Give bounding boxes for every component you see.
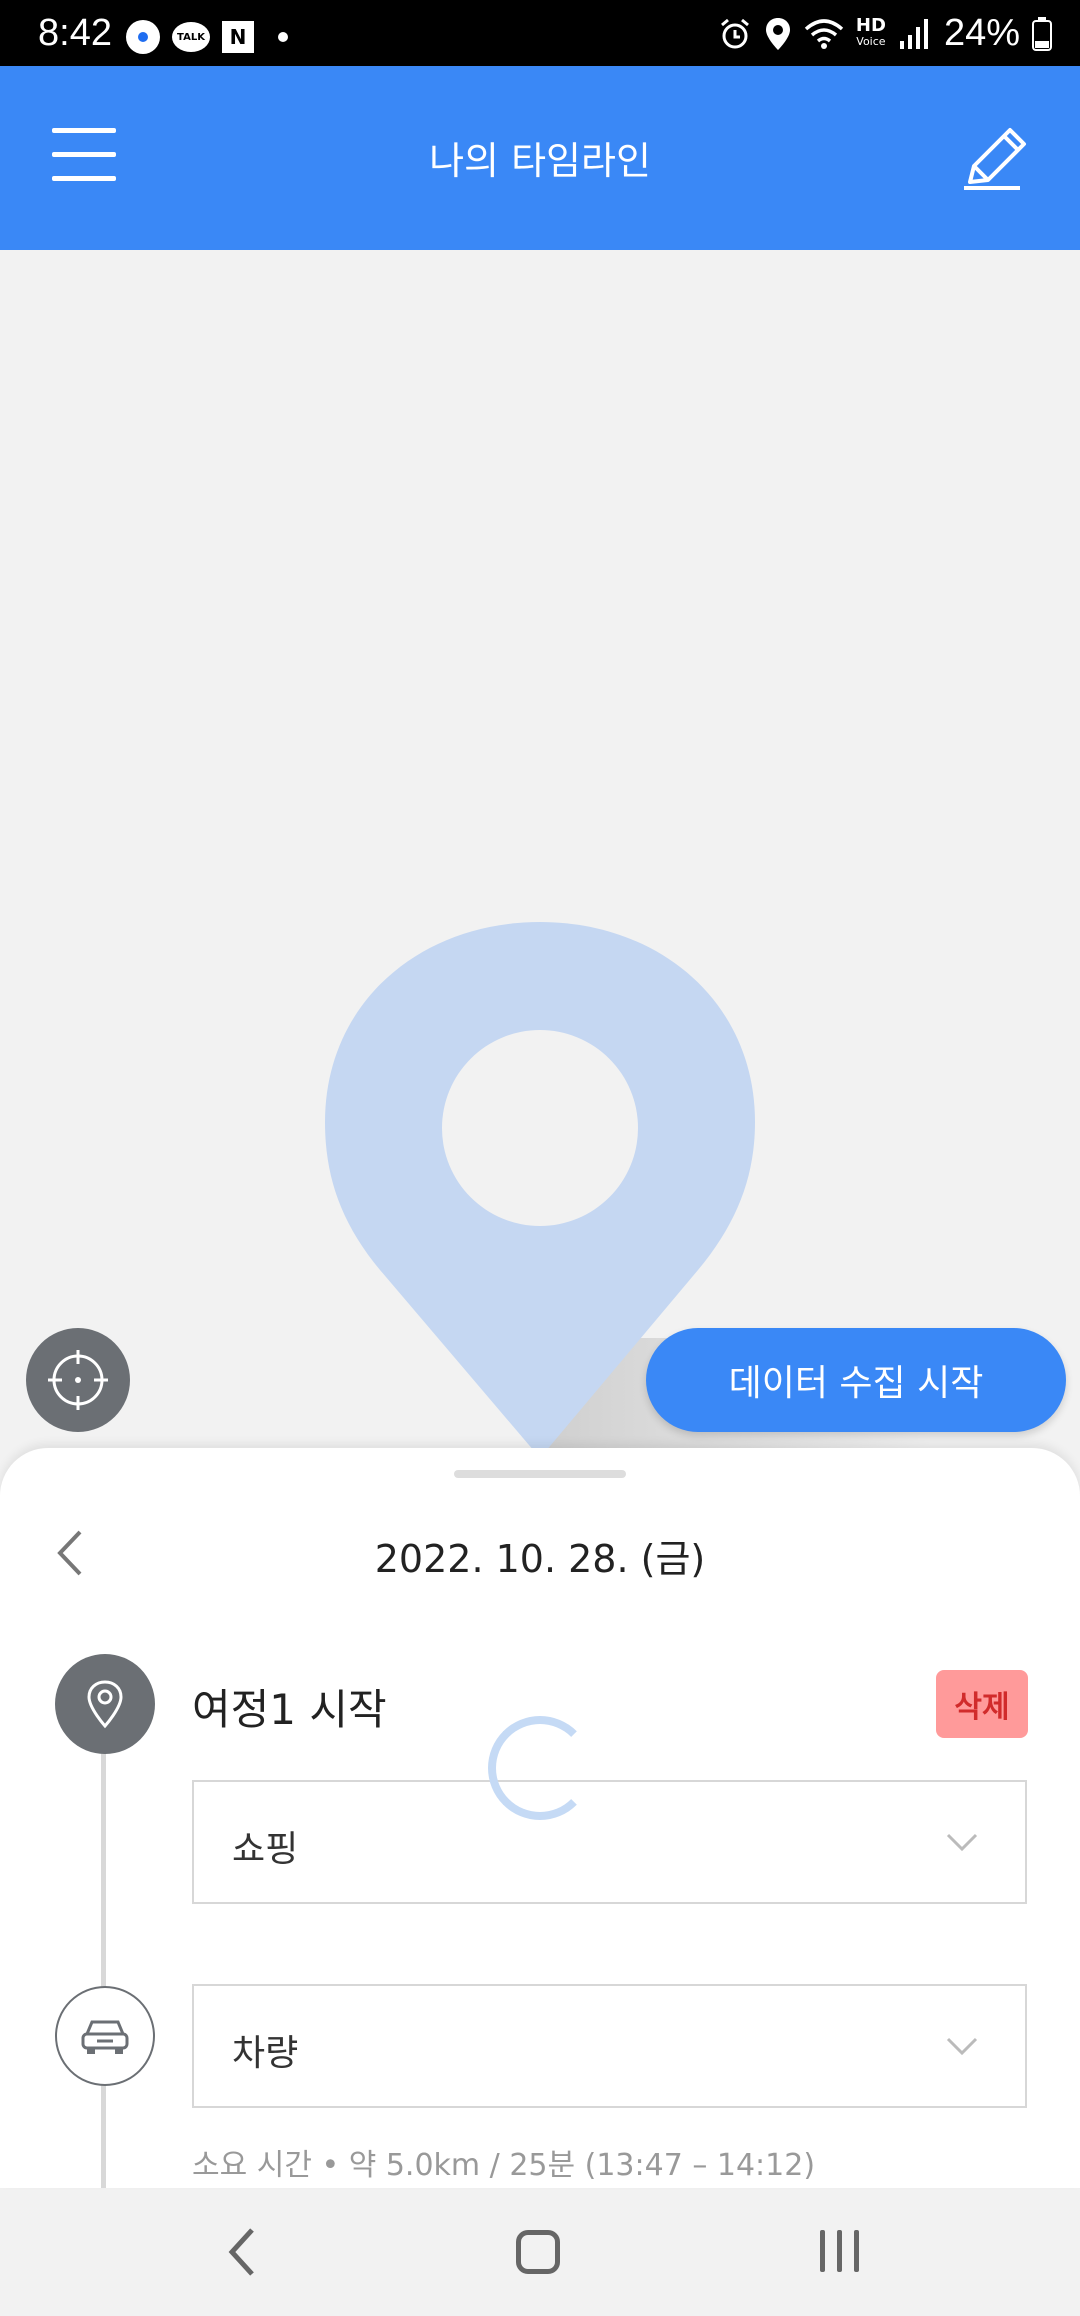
transport-value: 차량 — [232, 2033, 299, 2074]
timeline-sheet: 2022. 10. 28. (금) 여정1 시작 삭제 쇼핑 차량 소요 시간 … — [0, 1448, 1080, 2188]
n-notification-icon: N — [222, 21, 254, 53]
signal-icon — [899, 18, 928, 49]
map-placeholder[interactable] — [0, 250, 1080, 1458]
chevron-down-icon — [946, 2037, 978, 2056]
battery-icon — [1032, 16, 1052, 51]
sheet-drag-handle[interactable] — [454, 1470, 626, 1478]
trip-duration: 소요 시간 • 약 5.0km / 25분 (13:47 – 14:12) — [192, 2148, 816, 2183]
start-data-collection-button[interactable]: 데이터 수집 시작 — [646, 1328, 1066, 1432]
crosshair-icon — [48, 1350, 108, 1410]
car-icon — [81, 2020, 129, 2054]
current-location-button[interactable] — [26, 1328, 130, 1432]
alarm-icon — [720, 18, 749, 48]
location-marker-icon — [87, 1680, 123, 1729]
back-icon — [228, 2228, 254, 2276]
more-notifications-icon — [278, 32, 288, 42]
transport-node — [55, 1986, 155, 2086]
category-select[interactable]: 쇼핑 — [192, 1780, 1027, 1904]
status-bar: 8:42 TALK N HD Voice 24% — [0, 0, 1080, 66]
page-title: 나의 타임라인 — [429, 139, 651, 183]
nav-home-button[interactable] — [516, 2230, 560, 2274]
app-notification-icon — [126, 20, 160, 54]
app-bar: 나의 타임라인 — [0, 66, 1080, 250]
timeline-date: 2022. 10. 28. (금) — [374, 1537, 706, 1581]
battery-percent: 24% — [943, 12, 1020, 54]
nav-back-button[interactable] — [222, 2226, 262, 2278]
edit-button[interactable] — [960, 122, 1032, 194]
hd-voice-icon: HD Voice — [855, 14, 886, 48]
pencil-icon — [964, 128, 1026, 190]
loading-spinner — [488, 1716, 592, 1820]
status-time: 8:42 — [38, 12, 112, 54]
trip-title: 여정1 시작 — [192, 1685, 387, 1734]
nav-recents-button[interactable] — [820, 2230, 859, 2272]
notification-icons: TALK N — [126, 20, 288, 54]
system-nav-bar — [0, 2190, 1080, 2316]
trip-start-node — [55, 1654, 155, 1754]
location-status-icon — [765, 17, 790, 50]
status-right: HD Voice 24% — [718, 12, 1052, 55]
category-value: 쇼핑 — [232, 1829, 299, 1870]
delete-button[interactable]: 삭제 — [936, 1670, 1028, 1738]
transport-select[interactable]: 차량 — [192, 1984, 1027, 2108]
chevron-down-icon — [946, 1833, 978, 1852]
wifi-icon — [804, 18, 844, 49]
timeline-connector — [101, 1748, 106, 2188]
talk-notification-icon: TALK — [172, 22, 210, 52]
